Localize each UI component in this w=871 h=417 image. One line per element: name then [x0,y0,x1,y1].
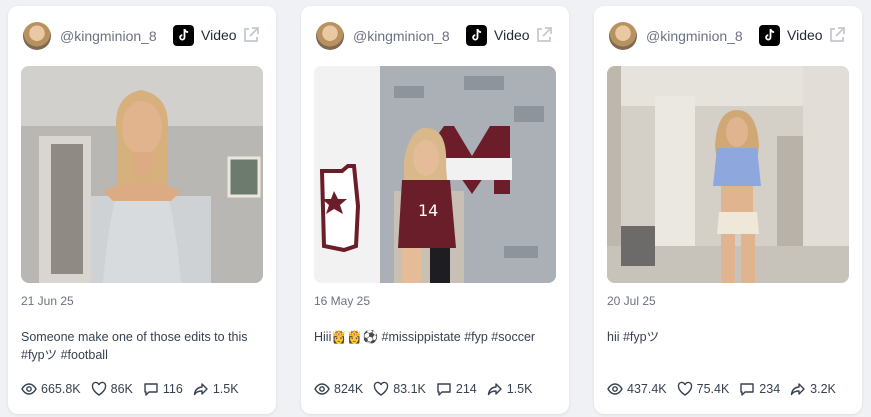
shares-count: 1.5K [506,382,533,396]
media-type-label: Video [494,27,530,43]
comments-stat: 116 [143,381,183,397]
likes-stat: 86K [91,381,133,397]
post-header: @kingminion_8 Video [609,22,847,50]
post-caption: Hiii👸👸⚽ #missippistate #fyp #soccer [314,330,536,344]
comments-stat: 214 [436,381,477,397]
post-stats: 824K 83.1K 214 1.5K [314,380,561,398]
comments-count: 116 [162,382,183,396]
video-thumbnail[interactable]: 14 [314,66,556,283]
username[interactable]: @kingminion_8 [353,28,450,44]
heart-icon [91,381,106,396]
shares-stat: 1.5K [487,381,533,397]
comments-stat: 234 [739,381,780,397]
post-caption: Someone make one of those edits to this … [21,330,248,362]
likes-stat: 83.1K [373,381,426,397]
views-stat: 437.4K [607,381,667,397]
shares-stat: 3.2K [790,381,836,397]
comment-icon [437,383,451,396]
post-header: @kingminion_8 Video [316,22,554,50]
username[interactable]: @kingminion_8 [646,28,743,44]
post-date: 16 May 25 [314,294,371,308]
post-stats: 665.8K 86K 116 1.5K [21,380,268,398]
likes-stat: 75.4K [677,381,730,397]
share-icon [193,383,208,396]
comment-icon [144,383,158,396]
views-count: 824K [334,382,364,396]
post-stats: 437.4K 75.4K 234 3.2K [607,380,854,398]
likes-count: 83.1K [393,382,426,396]
video-thumbnail[interactable] [21,66,263,283]
post-date: 20 Jul 25 [607,294,656,308]
media-type-label: Video [201,27,237,43]
comments-count: 234 [759,382,781,396]
comment-icon [740,383,754,396]
media-type-label: Video [787,27,823,43]
tiktok-icon [173,25,194,46]
views-count: 437.4K [627,382,667,396]
views-stat: 824K [314,381,363,397]
share-icon [487,383,502,396]
likes-count: 75.4K [696,382,730,396]
external-link-icon[interactable] [241,25,261,45]
heart-icon [677,381,692,396]
tiktok-icon [759,25,780,46]
post-header: @kingminion_8 Video [23,22,261,50]
comments-count: 214 [455,382,477,396]
eye-icon [314,383,330,395]
heart-icon [373,381,389,396]
avatar[interactable] [609,22,637,50]
avatar[interactable] [23,22,51,50]
post-card[interactable]: @kingminion_8 Video 20 Jul 25 hii #fypツ [594,6,862,414]
share-icon [790,383,805,396]
post-card[interactable]: @kingminion_8 Video 14 16 May 25 Hiii👸👸⚽… [301,6,569,414]
post-caption: hii #fypツ [607,330,660,344]
post-card[interactable]: @kingminion_8 Video 21 Jun 25 Someone ma… [8,6,276,414]
video-thumbnail[interactable] [607,66,849,283]
views-count: 665.8K [41,382,81,396]
eye-icon [607,383,623,395]
shares-count: 3.2K [810,382,836,396]
likes-count: 86K [110,382,133,396]
tiktok-icon [466,25,487,46]
post-date: 21 Jun 25 [21,294,74,308]
shares-count: 1.5K [212,382,239,396]
external-link-icon[interactable] [827,25,847,45]
eye-icon [21,383,37,395]
avatar[interactable] [316,22,344,50]
external-link-icon[interactable] [534,25,554,45]
shares-stat: 1.5K [193,381,239,397]
views-stat: 665.8K [21,381,81,397]
username[interactable]: @kingminion_8 [60,28,157,44]
svg-text:14: 14 [418,201,438,220]
